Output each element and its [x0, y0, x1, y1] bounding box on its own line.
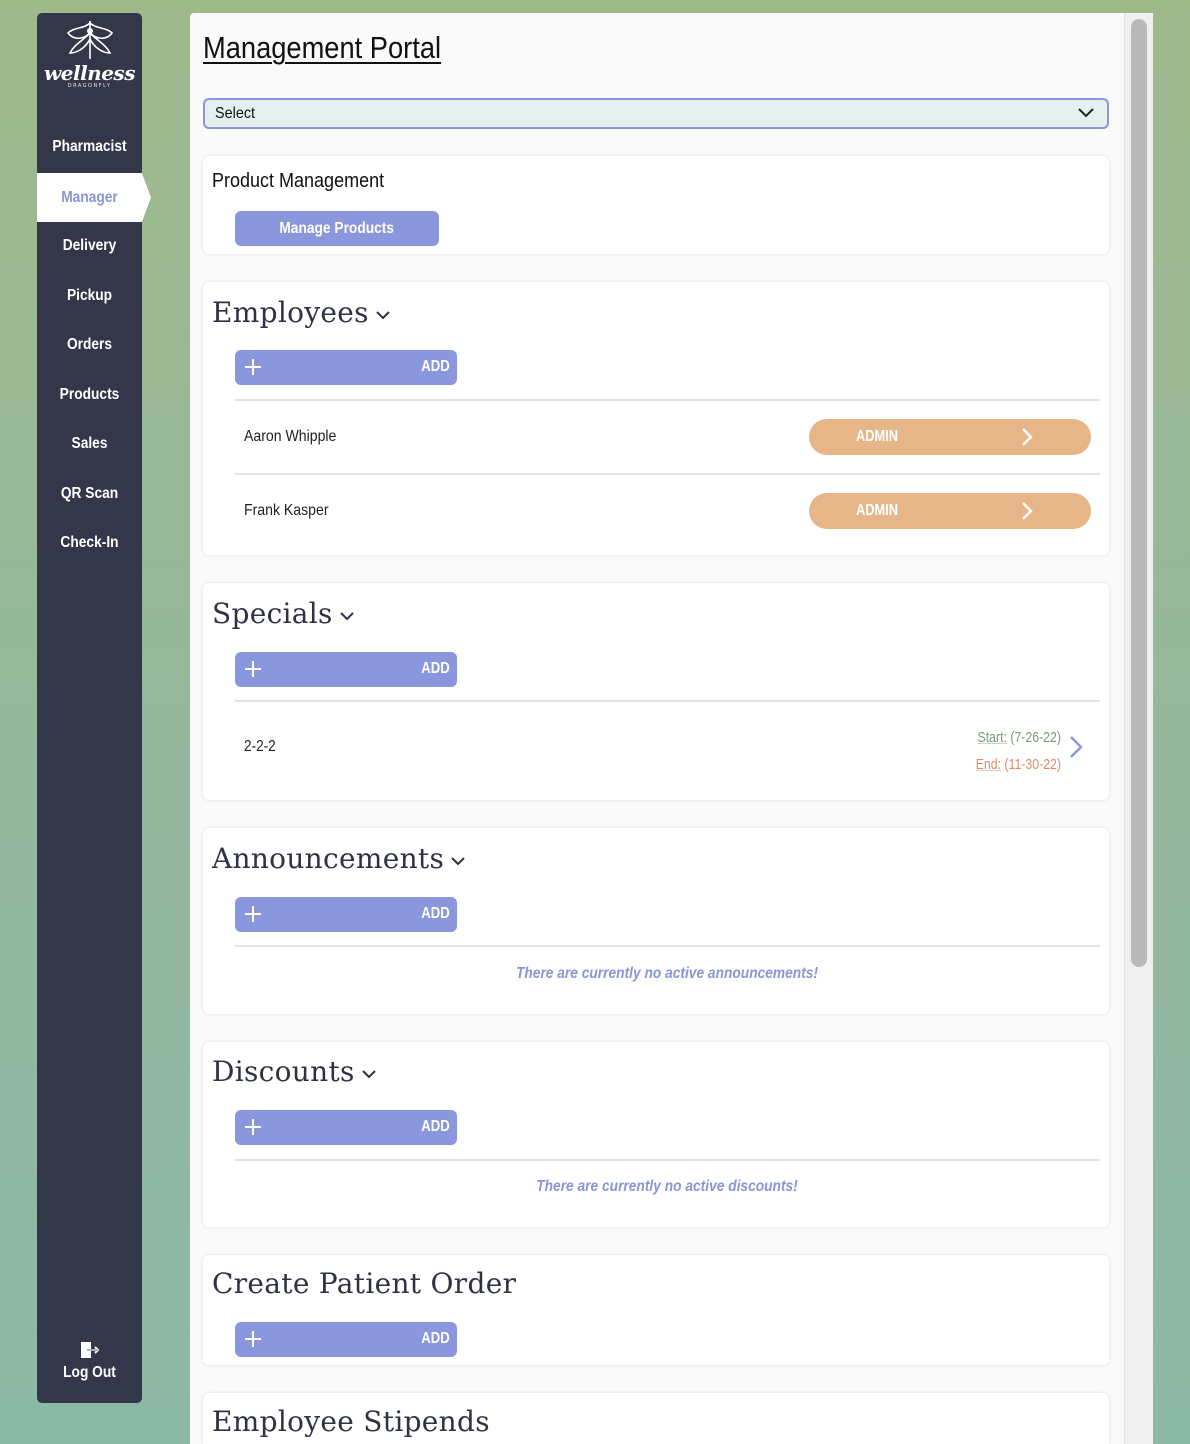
announcements-card: Announcements ADD There are currently no…: [203, 828, 1109, 1014]
add-discount-button[interactable]: ADD: [235, 1110, 457, 1145]
discounts-card: Discounts ADD There are currently no act…: [203, 1042, 1109, 1227]
dragonfly-logo-icon: [66, 21, 113, 59]
chevron-down-icon: [340, 611, 354, 620]
divider: [235, 945, 1100, 947]
employees-section-title[interactable]: Employees: [212, 296, 391, 329]
sidebar-item-orders[interactable]: Orders: [44, 321, 134, 369]
location-select[interactable]: Select: [203, 98, 1109, 129]
specials-title-text: Specials: [212, 597, 333, 630]
start-date: (7-26-22): [1010, 729, 1061, 746]
discounts-title-text: Discounts: [212, 1055, 355, 1088]
sidebar-item-pickup[interactable]: Pickup: [44, 272, 134, 320]
discounts-empty-message: There are currently no active discounts!: [536, 1178, 798, 1195]
role-label: ADMIN: [856, 428, 898, 445]
divider: [235, 399, 1100, 401]
select-value: Select: [215, 105, 256, 122]
employee-stipends-card: Employee Stipends: [203, 1393, 1109, 1444]
divider: [235, 473, 1100, 475]
end-date: (11-30-22): [1004, 756, 1061, 773]
discounts-section-title[interactable]: Discounts: [212, 1055, 377, 1088]
chevron-right-icon[interactable]: [1069, 735, 1083, 759]
sidebar-item-products[interactable]: Products: [44, 371, 134, 419]
add-label: ADD: [421, 1330, 450, 1347]
employee-name: Frank Kasper: [244, 502, 329, 519]
divider: [235, 1159, 1100, 1161]
plus-icon: [245, 359, 261, 375]
specials-card: Specials ADD 2-2-2 Start: (7-26-22) End:…: [203, 583, 1109, 800]
manage-products-button[interactable]: Manage Products: [235, 211, 439, 246]
sidebar-item-sales[interactable]: Sales: [44, 420, 134, 468]
start-label: Start:: [977, 729, 1007, 746]
add-special-button[interactable]: ADD: [235, 652, 457, 687]
brand-name: wellness: [44, 61, 135, 85]
product-management-title: Product Management: [212, 170, 385, 192]
employee-name: Aaron Whipple: [244, 428, 337, 445]
add-label: ADD: [421, 660, 450, 677]
announcements-title-text: Announcements: [212, 842, 445, 875]
sidebar-item-check-in[interactable]: Check-In: [44, 519, 134, 567]
sidebar-item-qr-scan[interactable]: QR Scan: [44, 470, 134, 518]
special-start: Start: (7-26-22): [976, 724, 1061, 751]
scrollbar-thumb[interactable]: [1131, 19, 1147, 967]
chevron-down-icon: [1078, 108, 1094, 118]
chevron-down-icon: [451, 856, 465, 865]
chevron-down-icon: [361, 1069, 376, 1078]
special-name: 2-2-2: [244, 738, 276, 755]
chevron-down-icon: [376, 310, 390, 319]
employees-card: Employees ADD Aaron Whipple ADMIN Frank …: [203, 282, 1109, 555]
add-label: ADD: [421, 905, 450, 922]
add-employee-button[interactable]: ADD: [235, 350, 457, 385]
sidebar-item-delivery[interactable]: Delivery: [44, 222, 134, 270]
page-title: Management Portal: [203, 30, 442, 65]
sidebar: wellness DRAGONFLY Pharmacist Manager De…: [37, 13, 151, 1403]
chevron-right-icon: [1022, 502, 1033, 520]
create-patient-order-button[interactable]: ADD: [235, 1322, 457, 1357]
brand-logo[interactable]: wellness DRAGONFLY: [37, 19, 142, 109]
divider: [235, 700, 1100, 702]
create-patient-order-card: Create Patient Order ADD: [203, 1255, 1109, 1365]
product-management-card: Product Management Manage Products: [203, 156, 1109, 254]
add-label: ADD: [421, 358, 450, 375]
specials-section-title[interactable]: Specials: [212, 597, 355, 630]
sidebar-item-pharmacist[interactable]: Pharmacist: [44, 123, 134, 171]
employees-title-text: Employees: [212, 296, 369, 329]
add-announcement-button[interactable]: ADD: [235, 897, 457, 932]
plus-icon: [245, 661, 261, 677]
plus-icon: [245, 1119, 261, 1135]
employee-role-button[interactable]: ADMIN: [809, 493, 1091, 529]
create-patient-order-title: Create Patient Order: [212, 1267, 517, 1300]
special-end: End: (11-30-22): [976, 751, 1061, 778]
employee-role-button[interactable]: ADMIN: [809, 419, 1091, 455]
add-label: ADD: [421, 1118, 450, 1135]
chevron-right-icon: [1022, 428, 1033, 446]
plus-icon: [245, 906, 261, 922]
end-label: End:: [975, 756, 1002, 773]
employee-stipends-title: Employee Stipends: [212, 1405, 490, 1438]
sidebar-item-manager[interactable]: Manager: [44, 173, 134, 222]
logout-icon: [80, 1342, 99, 1358]
plus-icon: [245, 1331, 261, 1347]
announcements-section-title[interactable]: Announcements: [212, 842, 466, 875]
special-dates: Start: (7-26-22) End: (11-30-22): [976, 724, 1061, 778]
announcements-empty-message: There are currently no active announceme…: [515, 965, 819, 982]
role-label: ADMIN: [856, 502, 898, 519]
logout-label: Log Out: [63, 1364, 116, 1381]
logout-button[interactable]: Log Out: [37, 1340, 142, 1382]
